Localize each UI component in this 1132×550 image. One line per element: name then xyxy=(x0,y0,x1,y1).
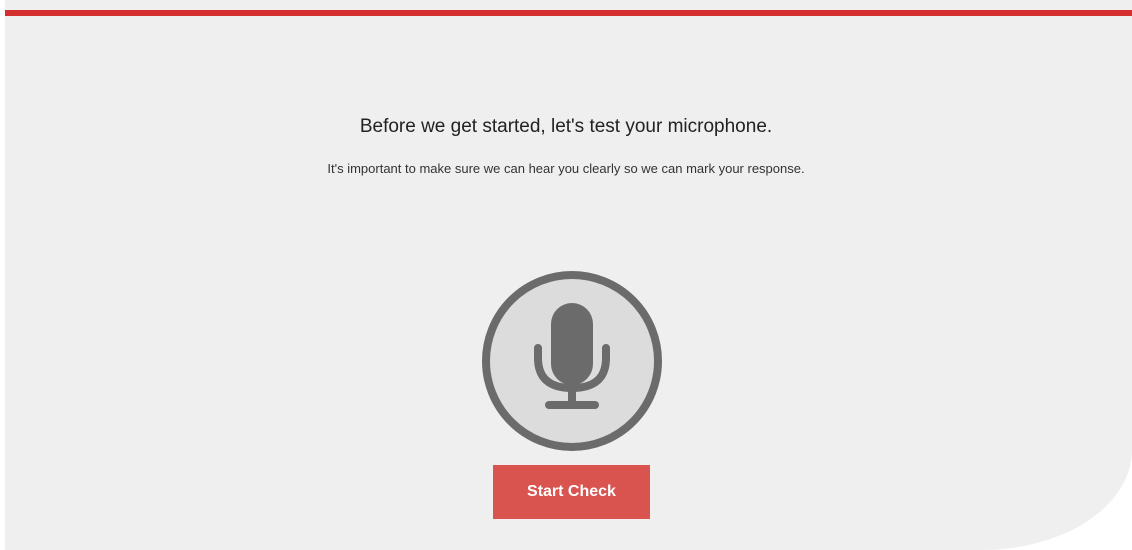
top-accent-bar xyxy=(5,10,1132,16)
page-title: Before we get started, let's test your m… xyxy=(359,116,773,137)
start-check-button[interactable]: Start Check xyxy=(493,465,650,519)
microphone-icon-graphic xyxy=(482,271,662,451)
page-subtitle: It's important to make sure we can hear … xyxy=(327,161,805,176)
microphone-icon xyxy=(481,270,663,452)
